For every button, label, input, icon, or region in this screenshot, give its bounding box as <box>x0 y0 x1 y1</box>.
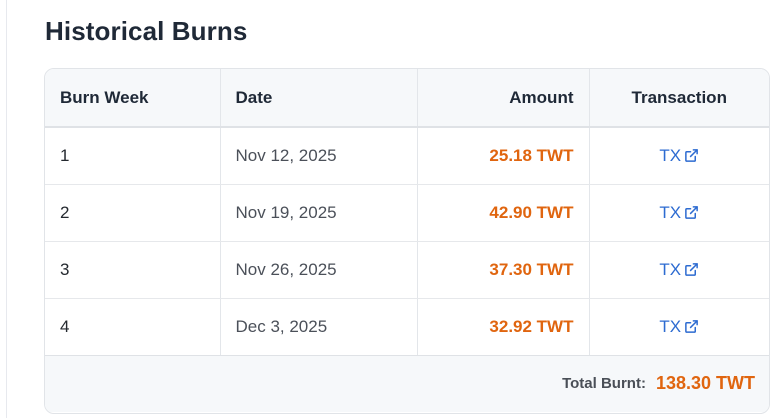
cell-date: Nov 12, 2025 <box>219 127 417 185</box>
cell-burn-week: 2 <box>45 184 220 242</box>
cell-transaction: TX <box>588 184 769 242</box>
cell-date: Dec 3, 2025 <box>219 298 417 356</box>
burns-table: Burn Week Date Amount Transaction 1 Nov … <box>45 69 769 356</box>
table-row: 3 Nov 26, 2025 37.30 TWT TX <box>45 241 769 299</box>
cell-transaction: TX <box>588 127 769 185</box>
tx-link-label: TX <box>659 259 682 279</box>
historical-burns-table-card: Burn Week Date Amount Transaction 1 Nov … <box>44 68 770 414</box>
header-amount: Amount <box>416 69 589 128</box>
cell-burn-week: 3 <box>45 241 220 299</box>
tx-link[interactable]: TX <box>659 317 699 337</box>
tx-link-label: TX <box>659 202 682 222</box>
section-title: Historical Burns <box>45 16 248 46</box>
cell-date: Nov 26, 2025 <box>219 241 417 299</box>
cell-date: Nov 19, 2025 <box>219 184 417 242</box>
left-divider <box>6 0 7 418</box>
table-row: 2 Nov 19, 2025 42.90 TWT TX <box>45 184 769 242</box>
cell-transaction: TX <box>588 298 769 356</box>
table-row: 1 Nov 12, 2025 25.18 TWT TX <box>45 127 769 185</box>
header-burn-week: Burn Week <box>45 69 220 128</box>
table-row: 4 Dec 3, 2025 32.92 TWT TX <box>45 298 769 356</box>
tx-link[interactable]: TX <box>659 203 699 223</box>
cell-burn-week: 1 <box>45 127 220 185</box>
cell-amount: 25.18 TWT <box>416 127 589 185</box>
cell-amount: 37.30 TWT <box>416 241 589 299</box>
tx-link-label: TX <box>659 145 682 165</box>
cell-amount: 32.92 TWT <box>416 298 589 356</box>
total-burnt-value: 138.30 TWT <box>655 373 755 393</box>
external-link-icon <box>685 206 698 219</box>
total-burnt-label: Total Burnt: <box>562 375 646 392</box>
cell-amount: 42.90 TWT <box>416 184 589 242</box>
header-transaction: Transaction <box>588 69 769 128</box>
header-date: Date <box>219 69 417 128</box>
table-header-row: Burn Week Date Amount Transaction <box>45 69 769 128</box>
cell-burn-week: 4 <box>45 298 220 356</box>
external-link-icon <box>685 320 698 333</box>
external-link-icon <box>685 263 698 276</box>
cell-transaction: TX <box>588 241 769 299</box>
external-link-icon <box>685 149 698 163</box>
tx-link[interactable]: TX <box>659 260 699 280</box>
table-footer: Total Burnt: 138.30 TWT <box>45 355 769 412</box>
tx-link-label: TX <box>659 316 682 336</box>
tx-link[interactable]: TX <box>659 146 699 166</box>
